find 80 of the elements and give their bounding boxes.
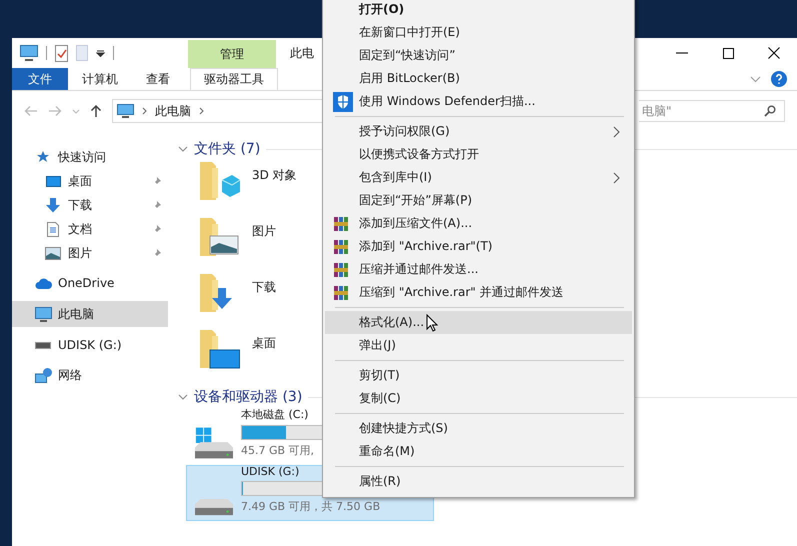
menu-item[interactable]: 固定到“快速访问” — [325, 44, 632, 67]
menu-item[interactable]: 固定到“开始”屏幕(P) — [325, 189, 632, 212]
sidebar-item[interactable]: 图片 — [12, 241, 168, 265]
ribbon-tab[interactable]: 驱动器工具 — [190, 68, 278, 90]
sidebar-item[interactable]: 下载 — [12, 193, 168, 217]
star-icon — [36, 150, 50, 164]
menu-item[interactable]: 在新窗口中打开(E) — [325, 21, 632, 44]
shield-icon — [333, 92, 353, 112]
archive-books-icon — [333, 284, 349, 300]
desktop-folder-icon[interactable] — [198, 329, 240, 369]
sidebar-item[interactable]: 文档 — [12, 217, 168, 241]
menu-item[interactable]: 授予访问权限(G) — [325, 120, 632, 143]
archive-books-icon — [333, 262, 349, 278]
mouse-pointer-icon — [426, 314, 438, 332]
minimize-icon[interactable] — [676, 52, 688, 54]
help-icon[interactable] — [771, 71, 787, 87]
breadcrumb[interactable]: 此电脑 — [155, 102, 191, 120]
menu-item[interactable]: 压缩到 "Archive.rar" 并通过邮件发送 — [325, 281, 632, 304]
down-arrow-icon — [45, 198, 61, 212]
up-arrow-icon[interactable] — [90, 104, 102, 118]
menu-item[interactable]: 压缩并通过邮件发送... — [325, 258, 632, 281]
menu-item[interactable]: 剪切(T) — [325, 364, 632, 387]
cube-folder-icon[interactable] — [198, 161, 240, 201]
checklist-icon[interactable] — [55, 44, 68, 62]
search-icon — [764, 105, 776, 117]
section-header: 文件夹 (7) — [194, 140, 260, 158]
chevron-right-icon — [142, 107, 147, 115]
section-header: 设备和驱动器 (3) — [194, 388, 302, 406]
monitor-icon — [117, 104, 134, 118]
chevron-right-icon — [199, 107, 204, 115]
drive-label: 本地磁盘 (C:) — [241, 407, 308, 422]
menu-item[interactable]: 以便携式设备方式打开 — [325, 143, 632, 166]
window-title: 此电 — [290, 44, 314, 62]
dropdown-caret-icon[interactable] — [96, 50, 105, 56]
network-icon — [34, 368, 52, 382]
archive-books-icon — [333, 216, 349, 232]
drive-space-text: 7.49 GB 可用，共 7.50 GB — [241, 499, 380, 514]
menu-item[interactable]: 添加到压缩文件(A)... — [325, 212, 632, 235]
ribbon-tab[interactable]: 查看 — [132, 68, 184, 90]
maximize-icon[interactable] — [722, 48, 734, 58]
menu-item[interactable]: 重命名(M) — [325, 440, 632, 463]
picture-icon — [45, 246, 61, 260]
chevron-down-icon[interactable] — [178, 394, 188, 400]
chevron-down-icon[interactable] — [750, 76, 761, 82]
folder-label[interactable]: 下载 — [252, 279, 276, 296]
menu-item[interactable]: 复制(C) — [325, 387, 632, 410]
sidebar-item[interactable]: OneDrive — [12, 271, 168, 295]
cloud-icon — [34, 278, 52, 288]
folder-label[interactable]: 桌面 — [252, 335, 276, 352]
menu-item[interactable]: 弹出(J) — [325, 334, 632, 357]
monitor-icon[interactable] — [20, 45, 38, 61]
sidebar-item[interactable]: 桌面 — [12, 169, 168, 193]
menu-item[interactable]: 创建快捷方式(S) — [325, 417, 632, 440]
drive-icon — [195, 498, 233, 516]
archive-books-icon — [333, 238, 349, 254]
ribbon-tab[interactable]: 文件 — [12, 68, 68, 90]
folder-label[interactable]: 3D 对象 — [252, 167, 297, 184]
menu-item[interactable]: 包含到库中(I) — [325, 166, 632, 189]
menu-item[interactable]: 打开(O) — [325, 0, 632, 21]
sidebar-item[interactable]: 快速访问 — [12, 145, 168, 169]
folder-label[interactable]: 图片 — [252, 223, 276, 240]
sidebar-item[interactable]: 此电脑 — [12, 301, 168, 327]
drive-space-text: 45.7 GB 可用, — [241, 443, 314, 458]
drive-icon — [35, 342, 51, 348]
document-icon — [47, 222, 59, 236]
search-field[interactable]: 电脑" — [639, 100, 785, 122]
sidebar-item[interactable]: 网络 — [12, 363, 168, 387]
monitor-icon — [34, 306, 52, 322]
desktop-icon — [46, 176, 60, 186]
picture-folder-icon[interactable] — [198, 217, 240, 257]
drive-label: UDISK (G:) — [241, 465, 300, 478]
windows-drive-icon — [195, 426, 233, 460]
menu-item[interactable]: 格式化(A)... — [325, 311, 632, 334]
context-tab-header: 管理 — [188, 40, 276, 68]
menu-item[interactable]: 添加到 "Archive.rar"(T) — [325, 235, 632, 258]
menu-item[interactable]: 启用 BitLocker(B) — [325, 67, 632, 90]
close-icon[interactable] — [768, 47, 780, 59]
ribbon-tab[interactable]: 计算机 — [68, 68, 132, 90]
chevron-down-icon[interactable] — [178, 146, 188, 152]
sidebar-item[interactable]: UDISK (G:) — [12, 333, 168, 357]
